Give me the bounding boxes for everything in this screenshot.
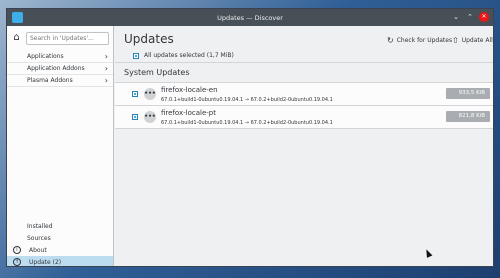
sidebar-item-label: Plasma Addons xyxy=(27,77,73,84)
package-version: 67.0.1+build1-0ubuntu0.19.04.1 → 67.0.2+… xyxy=(161,120,333,126)
refresh-icon: ↻ xyxy=(387,36,394,45)
update-icon: ⇧ xyxy=(452,36,459,45)
title-bar: Updates — Discover ⌄ ⌃ ✕ xyxy=(7,9,493,26)
chevron-right-icon: › xyxy=(104,76,108,85)
package-size-badge: 821,8 KiB xyxy=(446,111,490,122)
window-controls: ⌄ ⌃ ✕ xyxy=(451,12,489,22)
select-all-label: All updates selected (1,7 MiB) xyxy=(144,52,234,59)
list-item[interactable]: ••• firefox-locale-pt 67.0.1+build1-0ubu… xyxy=(115,106,493,129)
sidebar-item-label: Sources xyxy=(27,234,51,242)
update-icon: ↑ xyxy=(13,258,21,266)
sidebar-item-sources[interactable]: Sources xyxy=(7,232,113,244)
window-title: Updates — Discover xyxy=(217,13,283,22)
sidebar-item-installed[interactable]: Installed xyxy=(7,220,113,232)
main-content: Updates ↻ Check for Updates ⇧ Update All… xyxy=(115,26,493,266)
update-list: ••• firefox-locale-en 67.0.1+build1-0ubu… xyxy=(115,82,493,129)
category-list: Applications › Application Addons › Plas… xyxy=(7,51,113,87)
package-checkbox[interactable] xyxy=(132,114,138,120)
package-checkbox[interactable] xyxy=(132,91,138,97)
sidebar-item-label: Applications xyxy=(27,53,64,60)
sidebar-item-label: About xyxy=(29,246,47,254)
discover-app-icon xyxy=(12,12,23,23)
check-for-updates-button[interactable]: ↻ Check for Updates xyxy=(387,36,452,45)
sidebar-item-applications[interactable]: Applications › xyxy=(7,51,113,63)
check-for-updates-label: Check for Updates xyxy=(396,37,453,44)
sidebar: ⌂ Applications › Application Addons › Pl… xyxy=(7,26,114,266)
sidebar-item-plasma-addons[interactable]: Plasma Addons › xyxy=(7,75,113,87)
home-icon[interactable]: ⌂ xyxy=(11,31,22,45)
discover-window: Updates — Discover ⌄ ⌃ ✕ ⌂ Applications … xyxy=(6,8,494,267)
select-all-row: All updates selected (1,7 MiB) xyxy=(133,52,234,59)
chevron-right-icon: › xyxy=(104,52,108,61)
sidebar-item-application-addons[interactable]: Application Addons › xyxy=(7,63,113,75)
package-name: firefox-locale-pt xyxy=(161,109,216,117)
chevron-right-icon: › xyxy=(104,64,108,73)
sidebar-header: ⌂ xyxy=(7,26,113,48)
sidebar-item-label: Update (2) xyxy=(29,258,62,266)
package-icon: ••• xyxy=(144,88,156,100)
list-item[interactable]: ••• firefox-locale-en 67.0.1+build1-0ubu… xyxy=(115,83,493,106)
close-icon[interactable]: ✕ xyxy=(479,12,489,22)
page-title: Updates xyxy=(124,32,174,46)
package-size-badge: 933,5 KiB xyxy=(446,88,490,99)
chevron-up-icon[interactable]: ⌃ xyxy=(465,12,475,22)
chevron-down-icon[interactable]: ⌄ xyxy=(451,12,461,22)
search-input[interactable] xyxy=(26,31,109,45)
package-version: 67.0.1+build1-0ubuntu0.19.04.1 → 67.0.2+… xyxy=(161,97,333,103)
sidebar-item-about[interactable]: i About xyxy=(7,244,113,256)
select-all-checkbox[interactable] xyxy=(133,52,139,59)
section-title: System Updates xyxy=(124,68,190,77)
update-all-button[interactable]: ⇧ Update All xyxy=(452,36,493,45)
sidebar-item-label: Application Addons xyxy=(27,65,85,72)
divider xyxy=(115,62,493,63)
sidebar-item-label: Installed xyxy=(27,222,53,230)
mouse-cursor-icon xyxy=(423,248,433,258)
package-name: firefox-locale-en xyxy=(161,86,218,94)
sidebar-item-update[interactable]: ↑ Update (2) xyxy=(7,256,113,266)
sidebar-footer: Installed Sources i About ↑ Update (2) xyxy=(7,220,113,266)
package-icon: ••• xyxy=(144,111,156,123)
info-icon: i xyxy=(13,246,21,254)
update-all-label: Update All xyxy=(461,37,493,44)
